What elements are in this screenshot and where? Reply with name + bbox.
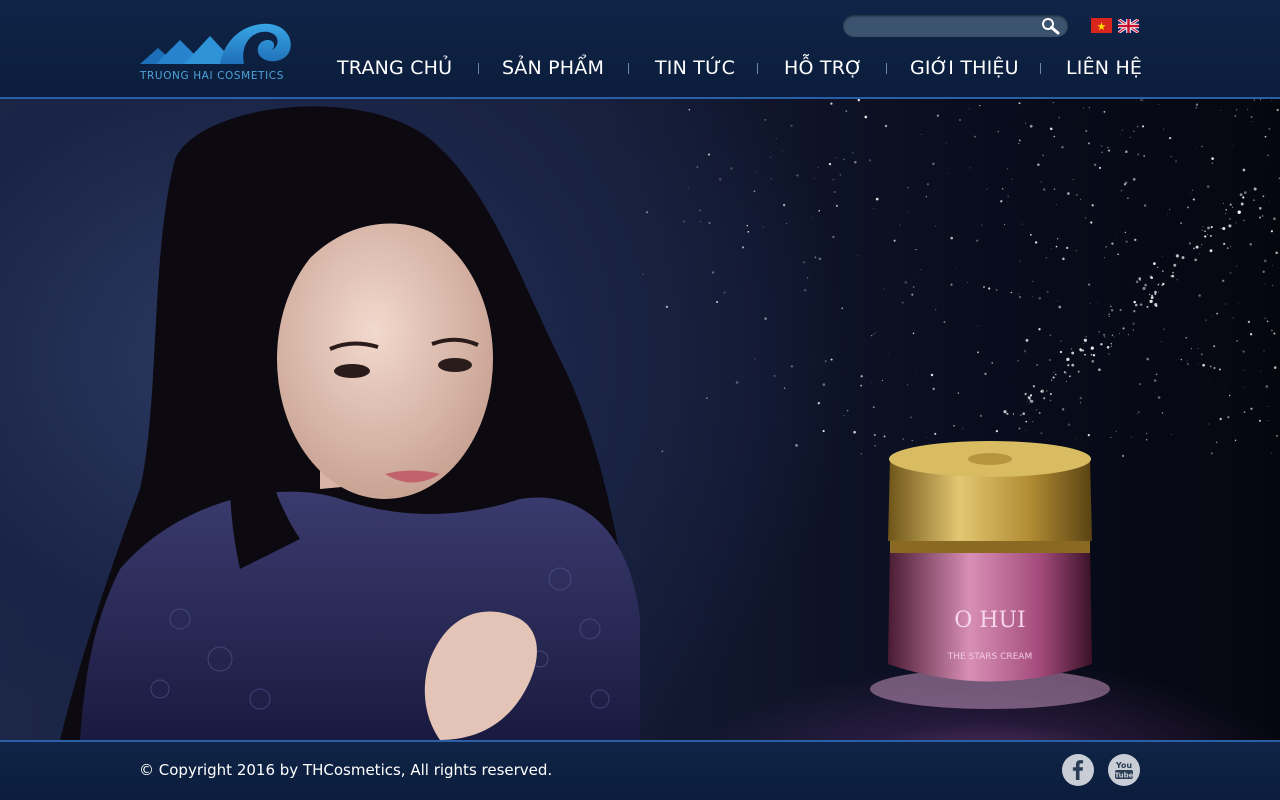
nav-item-products[interactable]: SẢN PHẨM [502,57,604,79]
facebook-icon[interactable] [1062,754,1094,786]
nav-separator [628,63,629,74]
youtube-icon[interactable]: You Tube [1108,754,1140,786]
vietnam-flag-icon[interactable] [1091,18,1112,33]
uk-flag-icon[interactable] [1117,17,1140,35]
nav-item-home[interactable]: TRANG CHỦ [337,57,452,79]
nav-item-about[interactable]: GIỚI THIỆU [910,57,1019,79]
nav-separator [478,63,479,74]
search-icon[interactable] [1040,17,1060,35]
model-image [60,106,640,740]
nav-item-support[interactable]: HỖ TRỢ [784,57,863,79]
site-footer: © Copyright 2016 by THCosmetics, All rig… [0,740,1280,800]
main-nav: TRANG CHỦ SẢN PHẨM TIN TỨC HỖ TRỢ GIỚI T… [0,57,1280,81]
nav-separator [1040,63,1041,74]
product-name-label: THE STARS CREAM [947,652,1032,662]
site-header: TRUONG HAI COSMETICS TRANG CHỦ SẢN PHẨM [0,0,1280,99]
product-brand-label: O HUI [954,608,1025,633]
search-bar [843,15,1068,37]
copyright-text: © Copyright 2016 by THCosmetics, All rig… [139,761,553,779]
hero-banner[interactable]: O HUI THE STARS CREAM [0,99,1280,740]
nav-item-contact[interactable]: LIÊN HỆ [1066,57,1142,79]
nav-separator [886,63,887,74]
svg-text:Tube: Tube [1115,771,1134,779]
search-input[interactable] [853,17,1037,37]
nav-separator [757,63,758,74]
nav-item-news[interactable]: TIN TỨC [655,57,735,79]
product-jar-image: O HUI THE STARS CREAM [870,441,1110,709]
svg-text:You: You [1115,761,1133,770]
